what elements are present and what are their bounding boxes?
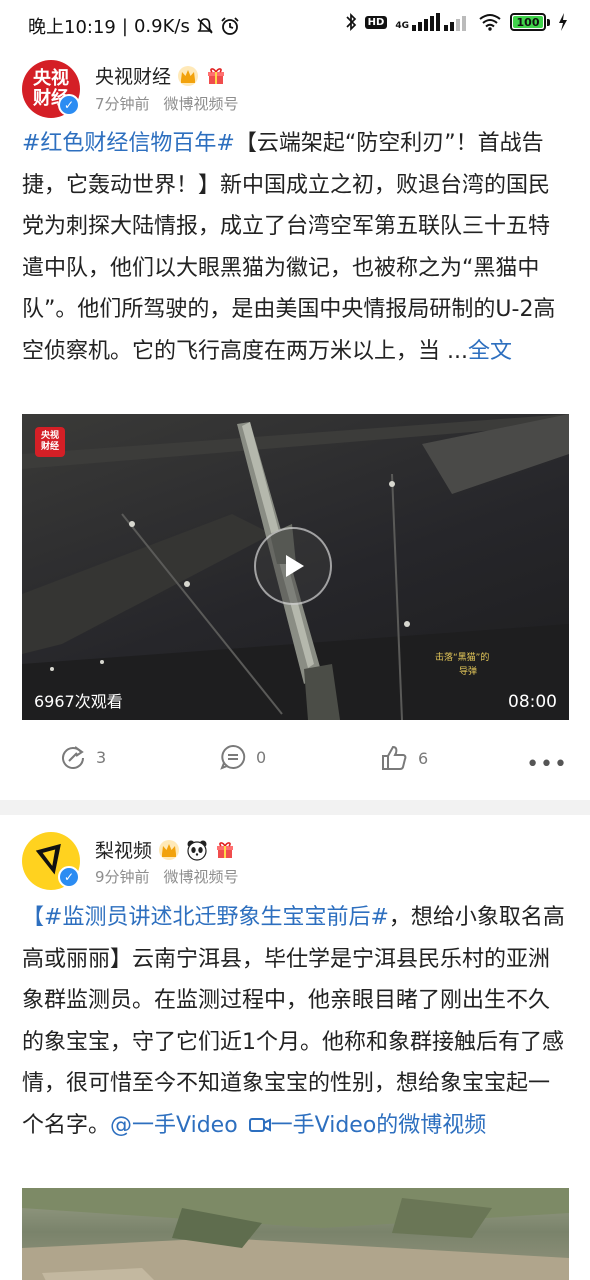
post-source[interactable]: 微博视频号 <box>164 93 239 114</box>
thumbs-up-icon <box>382 745 407 770</box>
verified-icon: ✓ <box>58 866 80 888</box>
video-logo-line-1: 央视 <box>40 431 59 441</box>
expand-link[interactable]: 全文 <box>468 339 512 364</box>
video-logo-icon: 央视 财经 <box>35 427 65 457</box>
post-body: ，想给小象取名高高或丽丽】云南宁洱县，毕仕学是宁洱县民乐村的亚洲象群监测员。在监… <box>22 905 565 1138</box>
topic-link[interactable]: #监测员讲述北迁野象生宝宝前后# <box>44 905 389 930</box>
status-left: 晚上10:19 | 0.9K/s <box>28 13 240 39</box>
alarm-icon <box>221 17 239 35</box>
repost-button[interactable]: 3 <box>60 744 106 770</box>
verified-icon: ✓ <box>58 94 80 116</box>
mention-link[interactable]: @一手Video <box>110 1113 238 1138</box>
author-name[interactable]: 央视财经 <box>95 62 171 89</box>
bracket-open: 【 <box>22 905 45 930</box>
post-actions: 3 0 6 ••• <box>0 744 590 784</box>
play-button[interactable] <box>254 527 332 605</box>
post-time: 7分钟前 <box>95 95 150 113</box>
network-label: 4G <box>395 21 409 31</box>
comment-icon <box>220 744 246 770</box>
battery-icon: 100 <box>510 13 546 31</box>
post-time: 9分钟前 <box>95 868 150 886</box>
clock: 晚上10:19 <box>28 17 116 38</box>
post-source[interactable]: 微博视频号 <box>164 866 239 887</box>
network-speed: 0.9K/s <box>133 15 190 37</box>
like-count: 6 <box>418 748 429 768</box>
crown-badge-icon <box>158 839 180 861</box>
video-logo-line-2: 财经 <box>40 442 59 452</box>
post-meta: 9分钟前 微博视频号 <box>95 866 239 887</box>
network-type: 4G <box>395 13 470 31</box>
topic-link[interactable]: #红色财经信物百年# <box>22 131 235 156</box>
signal-2-icon <box>444 16 466 31</box>
mute-bell-icon <box>197 18 213 34</box>
signal-icon <box>412 13 440 31</box>
post-meta: 7分钟前 微博视频号 <box>95 93 239 114</box>
like-button[interactable]: 6 <box>380 744 428 772</box>
repost-icon <box>62 746 84 769</box>
post-image[interactable] <box>22 1188 569 1280</box>
author-name-row: 梨视频 <box>95 836 236 863</box>
crown-badge-icon <box>177 65 199 87</box>
video-link[interactable]: 一手Video的微博视频 <box>245 1113 487 1138</box>
feed-separator <box>0 800 590 815</box>
more-options-icon[interactable]: ••• <box>526 752 568 777</box>
landscape-image <box>22 1188 569 1280</box>
post-body: 【云端架起“防空利刃”！首战告捷，它轰动世界！】新中国成立之初，败退台湾的国民党… <box>22 131 556 364</box>
wifi-icon <box>479 14 501 31</box>
bluetooth-icon <box>346 12 356 32</box>
author-name[interactable]: 梨视频 <box>95 836 152 863</box>
avatar-line-1: 央视 <box>33 68 69 89</box>
video-caption-line-1: 击落“黑猫”的 <box>435 653 490 663</box>
view-count: 6967次观看 <box>34 692 123 711</box>
gift-badge-icon <box>205 65 227 87</box>
post-card[interactable]: 央视 财经 ✓ 央视财经 7分钟前 微博视频号 #红色财经信物百年#【云端架起“… <box>0 50 590 800</box>
post-text: 【#监测员讲述北迁野象生宝宝前后#，想给小象取名高高或丽丽】云南宁洱县，毕仕学是… <box>22 897 570 1146</box>
panda-badge-icon <box>186 839 208 861</box>
battery-level: 100 <box>516 15 540 29</box>
gift-badge-icon <box>214 839 236 861</box>
video-caption: 击落“黑猫”的 导弹 <box>435 651 489 679</box>
comment-count: 0 <box>256 747 267 767</box>
video-link-text[interactable]: 一手Video的微博视频 <box>271 1113 487 1138</box>
status-right: HD 4G 100 <box>345 12 568 32</box>
charging-icon <box>559 13 567 31</box>
battery-group: 100 <box>510 13 550 31</box>
comment-button[interactable]: 0 <box>220 744 266 770</box>
post-card[interactable]: ✓ 梨视频 9分钟前 微博视频号 【#监测员讲述北迁野象生宝宝前后#，想给小象取… <box>0 815 590 1280</box>
status-bar: 晚上10:19 | 0.9K/s HD 4G 100 <box>0 0 590 50</box>
play-icon <box>286 555 304 577</box>
status-separator: | <box>121 15 128 37</box>
hd-badge: HD <box>364 15 388 29</box>
video-caption-line-2: 导弹 <box>459 667 478 677</box>
repost-count: 3 <box>96 747 107 767</box>
video-player[interactable]: 央视 财经 击落“黑猫”的 导弹 6967次观看 08:00 <box>22 414 569 720</box>
post-text: #红色财经信物百年#【云端架起“防空利刃”！首战告捷，它轰动世界！】新中国成立之… <box>22 123 570 372</box>
author-name-row: 央视财经 <box>95 62 227 89</box>
video-link-icon <box>248 1117 271 1132</box>
video-duration: 08:00 <box>508 692 557 712</box>
